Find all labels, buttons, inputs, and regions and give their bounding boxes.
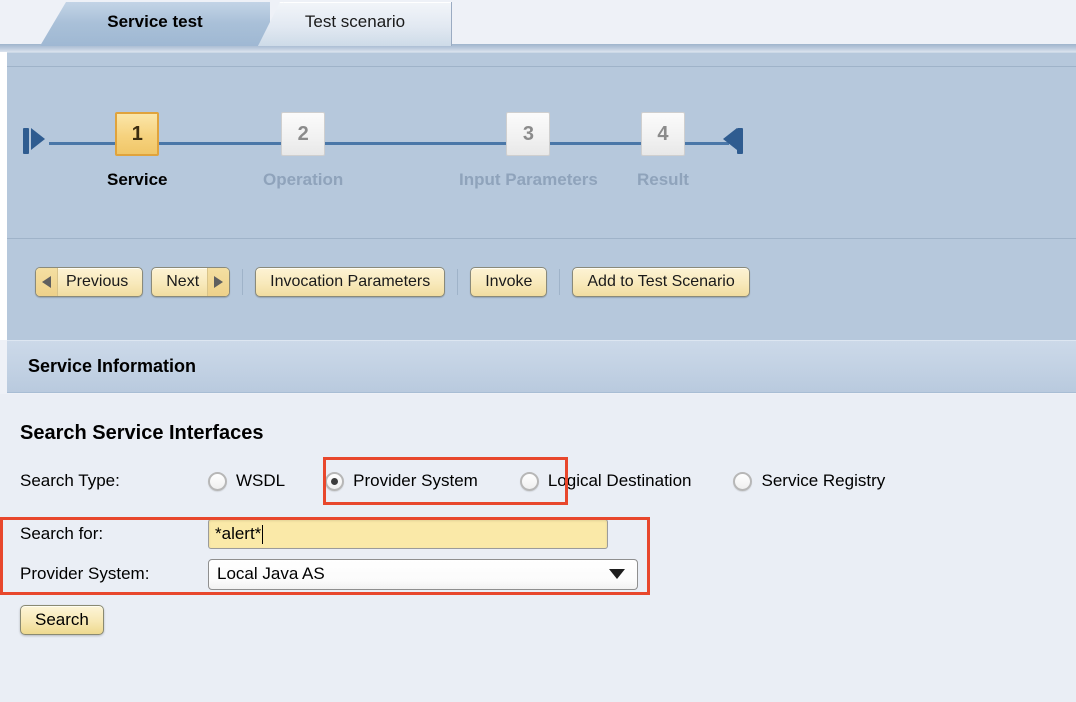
provider-system-row: Provider System: Local Java AS	[20, 557, 1076, 591]
radio-option-wsdl[interactable]: WSDL	[208, 471, 285, 491]
wizard-step-service[interactable]: 1 Service	[107, 112, 168, 190]
tab-service-test[interactable]: Service test	[40, 2, 270, 46]
next-arrow-icon	[207, 268, 230, 296]
search-button-label: Search	[35, 610, 89, 629]
tab-test-scenario-label: Test scenario	[304, 12, 406, 31]
previous-button[interactable]: Previous	[35, 267, 144, 297]
chevron-down-icon[interactable]	[609, 569, 625, 579]
page-title: Search Service Interfaces	[20, 422, 264, 444]
provider-system-select[interactable]: Local Java AS	[208, 558, 638, 590]
wizard-step-input-parameters-label: Input Parameters	[459, 170, 598, 189]
wizard-step-service-number: 1	[115, 112, 160, 156]
radio-option-logical-destination[interactable]: Logical Destination	[519, 471, 692, 491]
radio-wsdl-icon[interactable]	[208, 471, 227, 491]
invoke-button-label: Invoke	[485, 273, 533, 290]
add-to-test-scenario-button-label: Add to Test Scenario	[587, 273, 735, 290]
toolbar-divider-1	[242, 269, 244, 295]
radio-option-wsdl-label: WSDL	[236, 471, 286, 490]
wizard-step-operation[interactable]: 2 Operation	[263, 112, 343, 190]
wizard-step-input-parameters[interactable]: 3 Input Parameters	[459, 112, 598, 190]
invocation-parameters-button[interactable]: Invocation Parameters	[255, 267, 446, 297]
web-service-navigator-window: Service test Test scenario 1 Service 2 O…	[0, 0, 1076, 702]
wizard-step-result-label: Result	[637, 170, 689, 189]
radio-logical-destination-icon[interactable]	[519, 471, 539, 491]
previous-button-label: Previous	[66, 273, 129, 290]
wizard-panel: 1 Service 2 Operation 3 Input Parameters…	[7, 52, 1076, 340]
radio-service-registry-icon[interactable]	[733, 471, 753, 491]
flow-end-arrow	[723, 128, 737, 150]
search-for-label: Search for:	[20, 524, 104, 543]
search-fields-group: Search for: *alert* Provider System: Loc…	[0, 517, 1076, 595]
flow-start-arrow	[31, 128, 45, 150]
provider-system-label: Provider System:	[20, 564, 150, 583]
wizard-toolbar: Previous Next Invocation Parameters Invo…	[7, 239, 1076, 341]
wizard-step-operation-label: Operation	[263, 170, 344, 189]
tab-service-test-skew	[40, 2, 70, 46]
service-information-header: Service Information	[7, 340, 1076, 393]
provider-system-select-value: Local Java AS	[217, 564, 325, 583]
search-button[interactable]: Search	[20, 605, 104, 635]
radio-option-service-registry[interactable]: Service Registry	[733, 471, 885, 491]
next-button[interactable]: Next	[151, 267, 231, 297]
wizard-step-input-parameters-number: 3	[506, 112, 551, 156]
radio-option-provider-system-label: Provider System	[353, 471, 478, 490]
wizard-step-result[interactable]: 4 Result	[637, 112, 689, 190]
section-header-wrapper: Service Information	[0, 340, 1076, 393]
search-service-interfaces-panel: Search Service Interfaces Search Type: W…	[0, 394, 1076, 702]
text-caret	[262, 524, 264, 544]
search-type-row: Search Type: WSDL Provider System Logica…	[20, 457, 1076, 505]
search-for-input-value: *alert*	[215, 524, 262, 543]
toolbar-divider-3	[559, 269, 561, 295]
search-type-label: Search Type:	[20, 471, 120, 490]
previous-arrow-icon	[36, 268, 58, 296]
wizard-step-service-label: Service	[107, 170, 168, 189]
wizard-panel-wrapper: 1 Service 2 Operation 3 Input Parameters…	[0, 52, 1076, 340]
invocation-parameters-button-label: Invocation Parameters	[270, 273, 431, 290]
tab-service-test-label: Service test	[107, 12, 203, 31]
search-button-row: Search	[20, 605, 1076, 635]
radio-option-logical-destination-label: Logical Destination	[547, 471, 692, 490]
search-for-row: Search for: *alert*	[20, 517, 1076, 551]
radio-provider-system-icon[interactable]	[325, 471, 345, 491]
flow-end-bar	[737, 128, 743, 154]
wizard-stepper: 1 Service 2 Operation 3 Input Parameters…	[7, 66, 1076, 238]
toolbar-divider-2	[457, 269, 459, 295]
flow-start-bar	[23, 128, 29, 154]
wizard-step-operation-number: 2	[281, 112, 326, 156]
search-for-input[interactable]: *alert*	[208, 519, 608, 549]
next-button-label: Next	[166, 273, 200, 290]
wizard-step-result-number: 4	[640, 112, 685, 156]
radio-option-provider-system[interactable]: Provider System	[325, 471, 478, 491]
tab-test-scenario[interactable]: Test scenario	[258, 2, 452, 46]
radio-option-service-registry-label: Service Registry	[761, 471, 886, 490]
add-to-test-scenario-button[interactable]: Add to Test Scenario	[572, 267, 750, 297]
invoke-button[interactable]: Invoke	[470, 267, 548, 297]
tab-strip: Service test Test scenario	[0, 0, 1076, 52]
